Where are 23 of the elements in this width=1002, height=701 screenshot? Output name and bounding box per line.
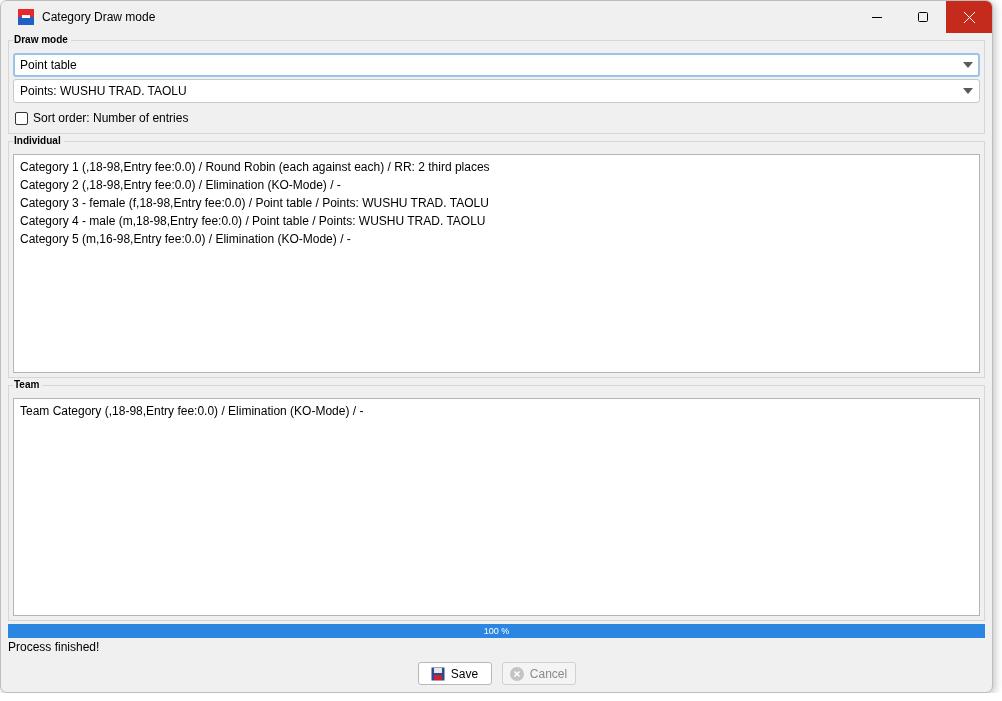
maximize-icon xyxy=(918,12,928,22)
checkbox[interactable] xyxy=(15,111,28,125)
list-box[interactable] xyxy=(13,154,980,374)
list-item[interactable]: Team Category (,18-98,Entry fee:0.0) / Elimination (KO-Mode) / - xyxy=(20,402,973,421)
dropdown-field[interactable]: Points: WUSHU TRAD. TAOLU xyxy=(13,79,980,103)
list-item[interactable]: Category 3 - female (f,18-98,Entry fee:0.0) / Point table / Points: WUSHU TRAD. TAOLU xyxy=(20,194,973,212)
window-title: Category Draw mode xyxy=(42,10,157,24)
list-item[interactable]: Category 1 (,18-98,Entry fee:0.0) / Round Robin (each against each) / RR: 2 third places xyxy=(20,158,973,176)
cancel-icon xyxy=(509,666,524,681)
save-button[interactable]: Save xyxy=(417,662,492,685)
list-item[interactable]: Category 4 - male (m,18-98,Entry fee:0.0) / Point table / Points: WUSHU TRAD. TAOLU xyxy=(20,212,973,230)
dropdown-arrow-icon xyxy=(963,88,973,94)
list-item[interactable]: Category 5 (m,16-98,Entry fee:0.0) / Elimination (KO-Mode) / - xyxy=(20,230,973,248)
list-item[interactable]: Category 2 (,18-98,Entry fee:0.0) / Elimination (KO-Mode) / - xyxy=(20,176,973,194)
minimize-icon xyxy=(872,16,882,18)
progress-reading: 100 % xyxy=(482,625,511,638)
checkbox-label[interactable]: Sort order: Number of entries xyxy=(33,111,189,125)
dropdown-field[interactable]: Point table xyxy=(13,53,980,77)
close-icon xyxy=(963,11,975,23)
dropdown-arrow-icon xyxy=(963,62,973,68)
list-box[interactable]: Team Category (,18-98,Entry fee:0.0) / Elimination (KO-Mode) / - xyxy=(13,398,980,616)
status-message: Process finished! xyxy=(8,640,101,654)
app-logo-icon xyxy=(18,9,34,25)
